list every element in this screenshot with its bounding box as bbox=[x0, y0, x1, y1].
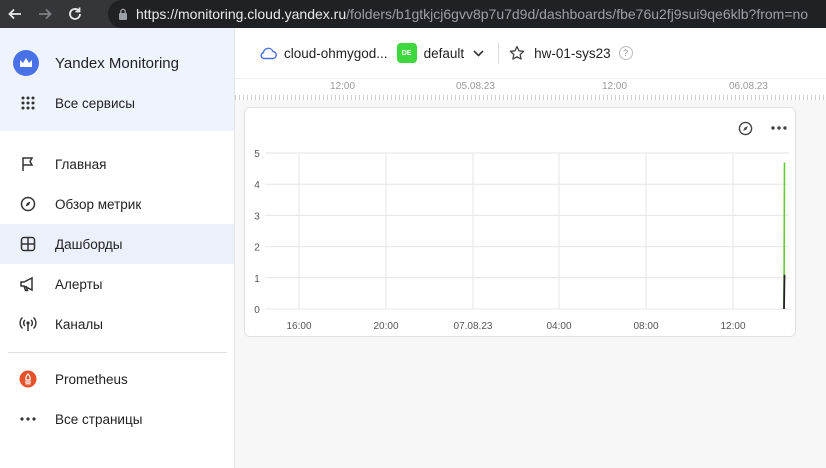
address-bar[interactable]: https://monitoring.cloud.yandex.ru/folde… bbox=[108, 0, 826, 28]
sidebar-header: Yandex Monitoring Все сервисы bbox=[0, 28, 234, 131]
browser-toolbar: https://monitoring.cloud.yandex.ru/folde… bbox=[0, 0, 826, 28]
x-tick-label: 16:00 bbox=[286, 321, 311, 332]
more-horizontal-icon bbox=[18, 409, 38, 429]
timeline-label: 05.08.23 bbox=[456, 81, 495, 92]
y-tick-label: 0 bbox=[254, 305, 260, 316]
main-area: cloud-ohmygod... DE default hw-01-sys23 … bbox=[235, 28, 826, 468]
arrow-right-icon bbox=[39, 8, 52, 20]
broadcast-icon bbox=[18, 314, 38, 334]
topbar-separator bbox=[498, 42, 500, 64]
arrow-left-icon bbox=[8, 8, 21, 20]
sidebar-item-metrics[interactable]: Обзор метрик bbox=[0, 184, 234, 224]
url-text: https://monitoring.cloud.yandex.ru/folde… bbox=[136, 6, 808, 22]
sidebar: Yandex Monitoring Все сервисы Главная Об… bbox=[0, 28, 235, 468]
cloud-selector[interactable]: cloud-ohmygod... bbox=[259, 46, 388, 61]
x-tick-label: 04:00 bbox=[546, 321, 571, 332]
sidebar-item-all-pages[interactable]: Все страницы bbox=[0, 399, 234, 439]
dashboard-title: hw-01-sys23 bbox=[534, 45, 611, 61]
sidebar-divider bbox=[8, 352, 227, 353]
chevron-down-icon bbox=[473, 49, 484, 57]
prometheus-icon bbox=[18, 369, 38, 389]
x-tick-label: 07.08.23 bbox=[454, 321, 493, 332]
chart-widget: 0 1 2 3 4 5 16:00 20:00 07.08.23 04:00 08:00 12:00 bbox=[244, 107, 796, 337]
brand[interactable]: Yandex Monitoring bbox=[13, 50, 179, 76]
compass-icon bbox=[18, 194, 38, 214]
sidebar-item-label: Дашборды bbox=[55, 236, 123, 252]
sidebar-item-prometheus[interactable]: Prometheus bbox=[0, 359, 234, 399]
back-button[interactable] bbox=[0, 0, 30, 28]
sidebar-item-label: Главная bbox=[55, 156, 107, 172]
url-host: https://monitoring.cloud.yandex.ru bbox=[136, 6, 347, 22]
x-tick-label: 20:00 bbox=[373, 321, 398, 332]
sidebar-item-home[interactable]: Главная bbox=[0, 144, 234, 184]
flag-icon bbox=[18, 154, 38, 174]
cloud-icon bbox=[260, 47, 277, 60]
folder-name: default bbox=[423, 45, 465, 61]
timeline-label: 06.08.23 bbox=[729, 81, 768, 92]
sidebar-item-label: Каналы bbox=[55, 316, 103, 332]
forward-button[interactable] bbox=[30, 0, 60, 28]
y-tick-label: 4 bbox=[254, 180, 260, 191]
folder-selector[interactable]: DE default bbox=[388, 43, 485, 63]
sidebar-item-dashboards[interactable]: Дашборды bbox=[0, 224, 234, 264]
line-chart[interactable]: 0 1 2 3 4 5 16:00 20:00 07.08.23 04:00 08:00 12:00 bbox=[245, 108, 797, 338]
reload-button[interactable] bbox=[60, 0, 90, 28]
breadcrumb: cloud-ohmygod... DE default hw-01-sys23 … bbox=[235, 28, 826, 78]
reload-icon bbox=[69, 7, 81, 20]
timeline-ticks bbox=[235, 95, 826, 100]
star-icon[interactable] bbox=[509, 45, 525, 61]
all-services-button[interactable]: Все сервисы bbox=[0, 83, 234, 123]
y-tick-label: 1 bbox=[254, 274, 260, 285]
sidebar-item-alerts[interactable]: Алерты bbox=[0, 264, 234, 304]
sidebar-item-channels[interactable]: Каналы bbox=[0, 304, 234, 344]
sidebar-item-label: Обзор метрик bbox=[55, 196, 142, 212]
sidebar-item-label: Алерты bbox=[55, 276, 103, 292]
megaphone-icon bbox=[18, 274, 38, 294]
x-tick-label: 08:00 bbox=[633, 321, 658, 332]
monitoring-logo-icon bbox=[13, 50, 39, 76]
grid-dots-icon bbox=[18, 93, 38, 113]
url-path: /folders/b1gtkjcj6gvv8p7u7d9d/dashboards… bbox=[346, 6, 809, 22]
y-tick-label: 3 bbox=[254, 211, 260, 222]
lock-icon bbox=[119, 8, 127, 20]
sidebar-item-label: Все страницы bbox=[55, 411, 143, 427]
series-line bbox=[783, 274, 786, 310]
dashboard-icon bbox=[18, 234, 38, 254]
y-tick-label: 5 bbox=[254, 149, 260, 160]
sidebar-item-label: Prometheus bbox=[55, 371, 128, 387]
brand-title: Yandex Monitoring bbox=[55, 54, 179, 72]
timeline-label: 12:00 bbox=[330, 81, 356, 92]
y-tick-label: 2 bbox=[254, 243, 260, 254]
cloud-name: cloud-ohmygod... bbox=[284, 45, 388, 61]
all-services-label: Все сервисы bbox=[55, 95, 135, 111]
timeline-label: 12:00 bbox=[602, 81, 628, 92]
timeline-ruler[interactable]: 12:00 05.08.23 12:00 06.08.23 bbox=[235, 78, 826, 100]
help-icon[interactable]: ? bbox=[618, 46, 633, 60]
x-tick-label: 12:00 bbox=[720, 321, 745, 332]
env-badge: DE bbox=[396, 43, 417, 63]
